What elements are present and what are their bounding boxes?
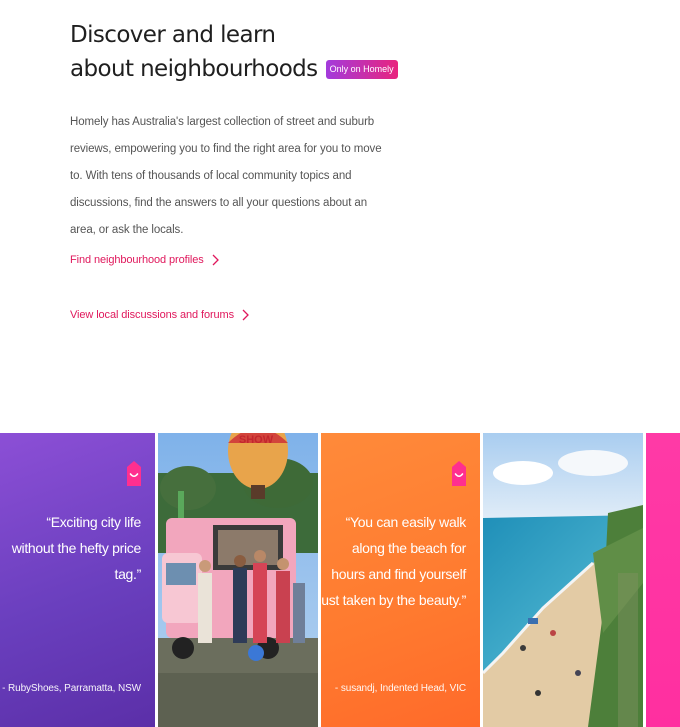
view-local-discussions-label: View local discussions and forums — [70, 309, 235, 321]
balloon-text: SHOW — [239, 434, 274, 446]
homely-house-icon — [452, 461, 466, 486]
homely-house-icon — [127, 461, 141, 486]
testimonial-quote: “Exciting city life without the hefty pr… — [11, 514, 142, 582]
view-local-discussions-link[interactable]: View local discussions and forums — [70, 309, 250, 321]
chevron-right-icon — [212, 254, 219, 266]
section-title-line1: Discover and learn — [70, 22, 276, 48]
testimonial-card: “Exciting city life without the hefty pr… — [0, 433, 155, 727]
chevron-right-icon — [242, 309, 249, 321]
section-title-line2-row: about neighbourhoods Only on Homely — [70, 52, 400, 86]
find-neighbourhood-profiles-label: Find neighbourhood profiles — [70, 254, 204, 266]
beach-photo — [483, 433, 643, 727]
section-title-line2: about neighbourhoods — [70, 56, 318, 82]
discover-section: Discover and learn about neighbourhoods … — [70, 18, 400, 244]
testimonial-author: - RubyShoes, Parramatta, NSW — [2, 683, 141, 694]
section-title: Discover and learn about neighbourhoods … — [70, 18, 400, 86]
find-neighbourhood-profiles-link[interactable]: Find neighbourhood profiles — [70, 254, 220, 266]
testimonial-author: - susandj, Indented Head, VIC — [334, 683, 466, 694]
testimonial-card: “You can easily walk along the beach for… — [321, 433, 480, 727]
testimonial-card-next[interactable] — [646, 433, 680, 727]
ice-cream-van-photo: SHOW — [158, 433, 318, 727]
testimonial-carousel: “Exciting city life without the hefty pr… — [0, 433, 680, 727]
testimonial-quote: “You can easily walk along the beach for… — [321, 514, 466, 608]
section-description: Homely has Australia's largest collectio… — [70, 116, 382, 236]
only-on-homely-badge: Only on Homely — [325, 59, 398, 79]
